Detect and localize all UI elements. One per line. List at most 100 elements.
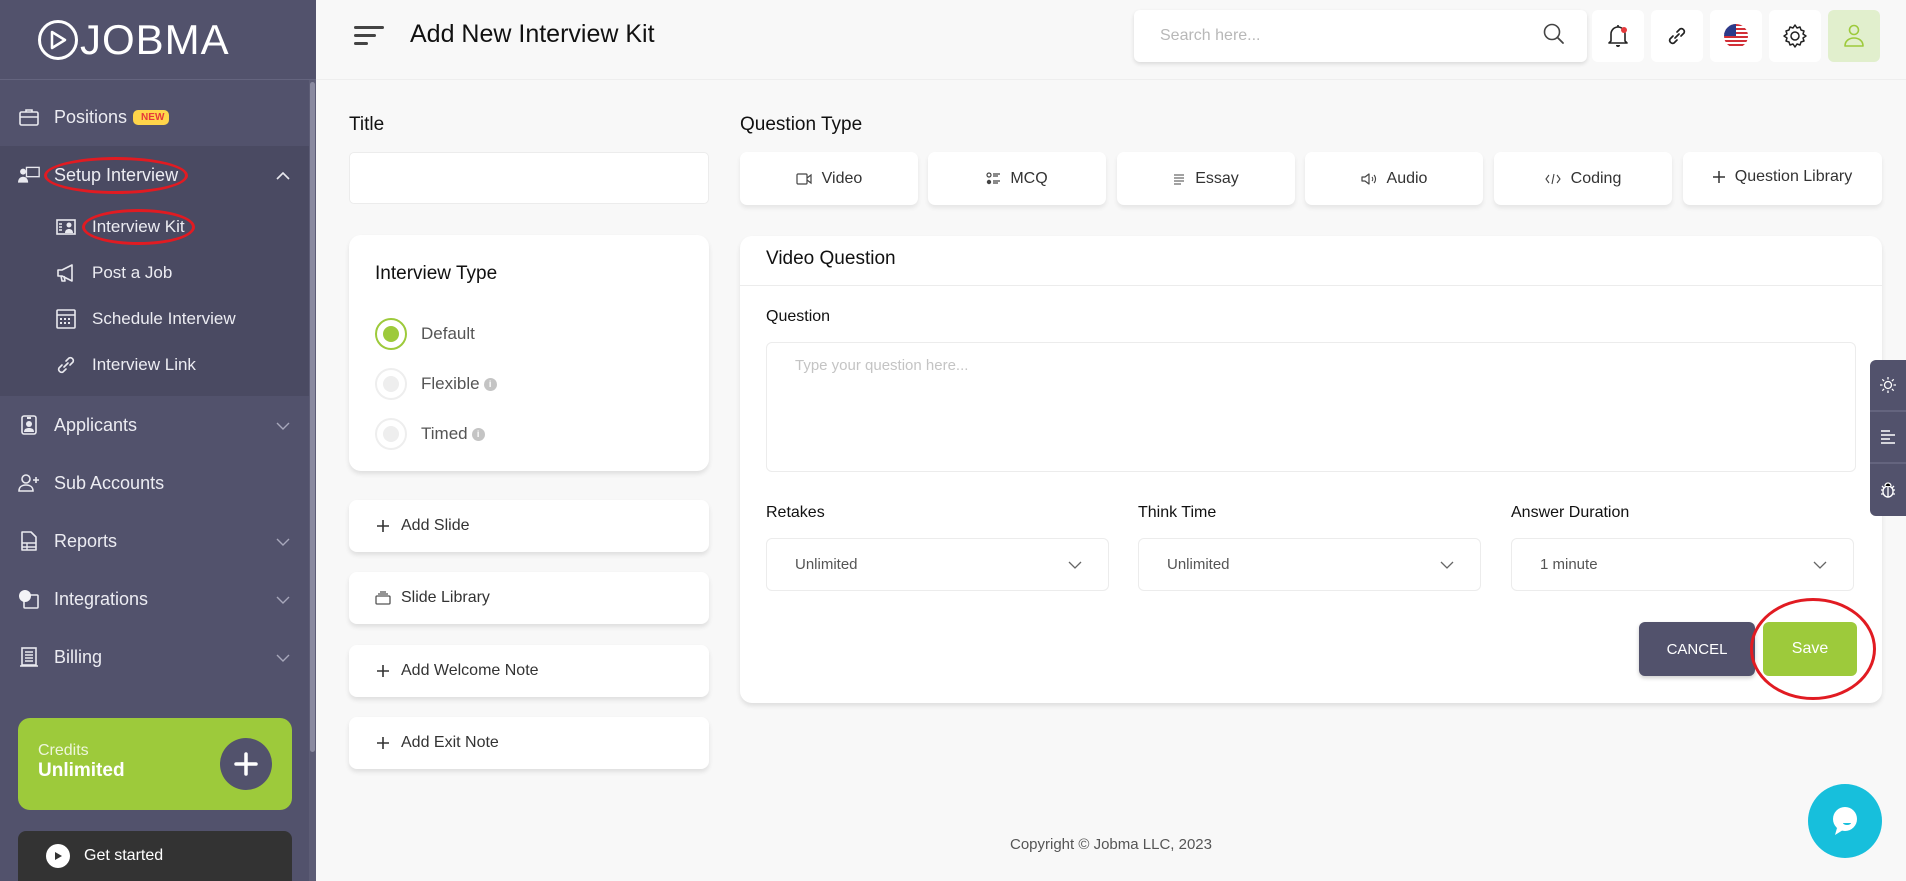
sidebar-item-interview-kit[interactable]: Interview Kit xyxy=(0,204,316,250)
text-icon xyxy=(1173,173,1185,185)
billing-icon xyxy=(18,646,40,668)
link-icon xyxy=(1668,27,1686,45)
sidebar-item-schedule-interview[interactable]: Schedule Interview xyxy=(0,296,316,342)
report-icon xyxy=(18,530,40,552)
chat-widget-button[interactable] xyxy=(1808,784,1882,858)
info-icon[interactable]: i xyxy=(483,377,497,391)
footer-copyright: Copyright © Jobma LLC, 2023 xyxy=(1010,836,1212,853)
chevron-up-icon[interactable] xyxy=(276,167,290,183)
question-textarea[interactable] xyxy=(766,342,1856,472)
chevron-down-icon xyxy=(1440,556,1454,573)
bell-icon xyxy=(1608,25,1628,47)
sidebar-scroll-thumb[interactable] xyxy=(310,82,315,752)
title-input[interactable] xyxy=(349,152,709,204)
info-icon[interactable]: i xyxy=(471,427,485,441)
sidebar-item-applicants[interactable]: Applicants xyxy=(0,396,316,454)
sun-icon xyxy=(1880,377,1896,393)
gear-icon xyxy=(1783,24,1807,48)
question-type-video[interactable]: Video xyxy=(740,152,918,205)
radio-timed[interactable]: Timed i xyxy=(375,409,683,459)
briefcase-icon xyxy=(18,106,40,128)
top-header: Add New Interview Kit xyxy=(316,0,1906,80)
search-icon[interactable] xyxy=(1543,23,1565,50)
sidebar-item-integrations[interactable]: Integrations xyxy=(0,570,316,628)
question-type-label: Question Type xyxy=(740,114,863,135)
plus-icon xyxy=(1712,170,1725,183)
layout-toggle-button[interactable] xyxy=(1870,412,1906,464)
logo[interactable]: JOBMA xyxy=(0,0,316,80)
chevron-down-icon[interactable] xyxy=(276,649,290,665)
user-profile-button[interactable] xyxy=(1828,10,1880,62)
chevron-down-icon[interactable] xyxy=(276,417,290,433)
play-logo-icon xyxy=(38,19,78,60)
chevron-down-icon[interactable] xyxy=(276,591,290,607)
align-left-icon xyxy=(1881,430,1895,444)
question-type-label: Video xyxy=(821,169,863,187)
question-type-label: MCQ xyxy=(1010,169,1048,187)
sidebar-item-label: Interview Kit xyxy=(82,209,195,245)
answer-duration-select[interactable]: 1 minute xyxy=(1511,538,1854,591)
cancel-button[interactable]: CANCEL xyxy=(1639,622,1755,676)
bug-report-button[interactable] xyxy=(1870,464,1906,516)
add-slide-button[interactable]: Add Slide xyxy=(349,500,709,552)
link-button[interactable] xyxy=(1651,10,1703,62)
think-time-label: Think Time xyxy=(1138,504,1217,521)
radio-label: Default xyxy=(421,324,475,343)
play-icon xyxy=(46,844,70,868)
settings-button[interactable] xyxy=(1769,10,1821,62)
interview-type-card: Interview Type Default Flexible i Timed … xyxy=(349,235,709,471)
think-time-select[interactable]: Unlimited xyxy=(1138,538,1481,591)
chevron-down-icon[interactable] xyxy=(276,533,290,549)
plus-icon xyxy=(375,519,391,533)
add-welcome-note-button[interactable]: Add Welcome Note xyxy=(349,645,709,697)
sidebar-item-billing[interactable]: Billing xyxy=(0,628,316,686)
sidebar-item-setup-interview[interactable]: Setup Interview xyxy=(0,146,316,204)
user-icon xyxy=(1844,24,1864,47)
sidebar-item-reports[interactable]: Reports xyxy=(0,512,316,570)
code-icon xyxy=(1544,173,1561,185)
get-started-button[interactable]: Get started xyxy=(18,831,292,881)
question-type-audio[interactable]: Audio xyxy=(1305,152,1483,205)
radio-circle[interactable] xyxy=(375,368,407,400)
question-type-essay[interactable]: Essay xyxy=(1117,152,1295,205)
megaphone-icon xyxy=(55,262,77,284)
radio-default[interactable]: Default xyxy=(375,309,683,359)
sidebar-item-label: Applicants xyxy=(54,414,138,435)
page-title: Add New Interview Kit xyxy=(410,20,655,48)
library-icon xyxy=(375,591,391,605)
add-exit-note-button[interactable]: Add Exit Note xyxy=(349,717,709,769)
sidebar-item-label: Interview Link xyxy=(92,355,196,374)
notifications-button[interactable] xyxy=(1592,10,1644,62)
question-type-coding[interactable]: Coding xyxy=(1494,152,1672,205)
action-label: Add Welcome Note xyxy=(401,662,539,679)
radio-flexible[interactable]: Flexible i xyxy=(375,359,683,409)
menu-toggle-icon[interactable] xyxy=(354,26,384,50)
search-input[interactable] xyxy=(1160,27,1543,45)
action-label: Add Slide xyxy=(401,517,470,534)
save-button[interactable]: Save xyxy=(1763,622,1857,676)
question-type-mcq[interactable]: MCQ xyxy=(928,152,1106,205)
retakes-select[interactable]: Unlimited xyxy=(766,538,1109,591)
search-box xyxy=(1134,10,1587,62)
us-flag-icon xyxy=(1724,24,1748,48)
chevron-down-icon xyxy=(1813,556,1827,573)
calendar-icon xyxy=(55,308,77,330)
language-button[interactable] xyxy=(1710,10,1762,62)
sidebar-item-label: Reports xyxy=(54,530,118,551)
slide-library-button[interactable]: Slide Library xyxy=(349,572,709,624)
video-question-heading: Video Question xyxy=(740,236,1882,286)
sidebar-item-post-a-job[interactable]: Post a Job xyxy=(0,250,316,296)
sidebar-item-positions[interactable]: Positions NEW xyxy=(0,88,316,146)
side-tools-panel xyxy=(1870,360,1906,516)
question-library-button[interactable]: Question Library xyxy=(1683,152,1882,205)
interview-type-heading: Interview Type xyxy=(375,263,498,284)
radio-circle[interactable] xyxy=(375,418,407,450)
radio-circle[interactable] xyxy=(375,318,407,350)
add-credits-button[interactable] xyxy=(220,738,272,790)
credits-card: Credits Unlimited xyxy=(18,718,292,810)
sidebar-item-sub-accounts[interactable]: Sub Accounts xyxy=(0,454,316,512)
sidebar-item-interview-link[interactable]: Interview Link xyxy=(0,342,316,388)
plus-icon xyxy=(375,664,391,678)
theme-toggle-button[interactable] xyxy=(1870,360,1906,412)
sidebar-item-label: Setup Interview xyxy=(43,156,189,194)
